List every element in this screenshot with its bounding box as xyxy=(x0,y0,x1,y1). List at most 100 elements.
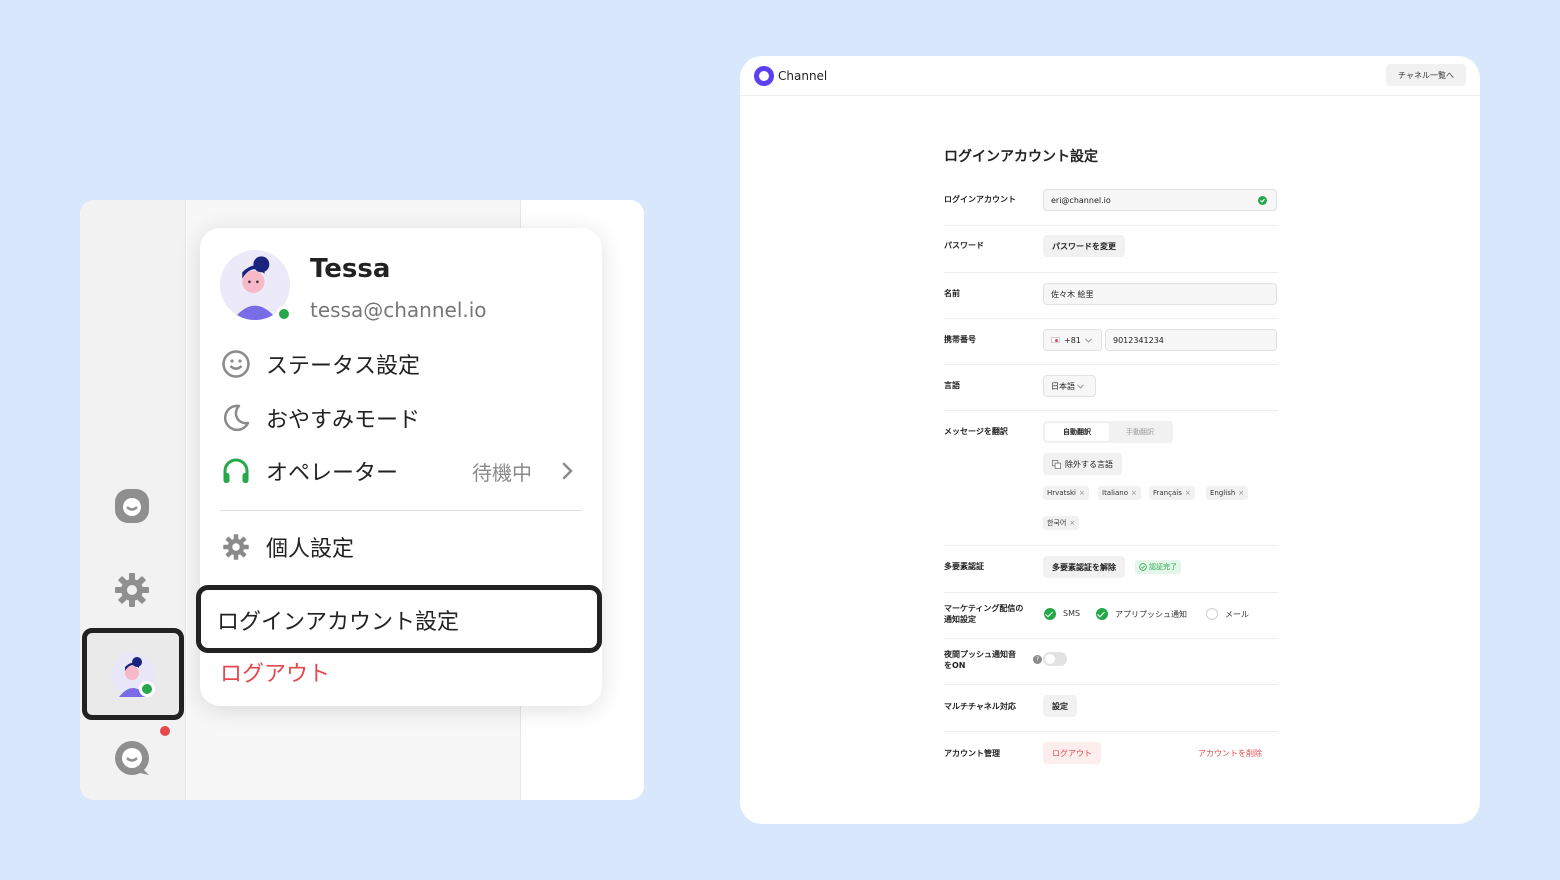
excluded-languages-button[interactable]: 除外する言語 xyxy=(1043,453,1122,475)
sms-label: SMS xyxy=(1063,609,1081,618)
chevron-right-icon xyxy=(560,461,574,485)
language-chip[interactable]: English × xyxy=(1206,486,1249,500)
remove-icon[interactable]: × xyxy=(1069,519,1075,527)
language-chip[interactable]: Français × xyxy=(1149,486,1195,500)
language-chip[interactable]: Hrvatski × xyxy=(1043,486,1089,500)
online-status-dot xyxy=(276,306,292,322)
email-checkbox[interactable] xyxy=(1206,608,1218,620)
profile-avatar-button[interactable] xyxy=(82,628,184,720)
help-icon[interactable]: ? xyxy=(1033,655,1042,664)
app-push-checkbox[interactable] xyxy=(1096,608,1108,620)
row-divider xyxy=(944,684,1278,685)
name-label: 名前 xyxy=(944,289,960,298)
account-settings-window: Channel チャネル一覧へ ログインアカウント設定 ログインアカウント er… xyxy=(740,56,1480,824)
language-value: 日本語 xyxy=(1051,381,1075,391)
marketing-label-line: 通知設定 xyxy=(944,615,976,624)
channel-talk-icon[interactable] xyxy=(112,738,152,778)
translate-icon xyxy=(1052,459,1061,469)
translate-mode-segmented-control: 自動翻訳 手動翻訳 xyxy=(1043,421,1173,443)
menu-item-login-account-settings[interactable]: ログインアカウント設定 xyxy=(196,585,602,653)
menu-item-operator[interactable]: オペレーター 待機中 xyxy=(220,451,582,491)
phone-number-input[interactable]: 9012341234 xyxy=(1105,329,1277,351)
menu-item-personal-settings[interactable]: 個人設定 xyxy=(220,527,354,567)
marketing-label: マーケティング配信の 通知設定 xyxy=(944,603,1023,625)
delete-account-link[interactable]: アカウントを削除 xyxy=(1198,748,1262,759)
menu-item-label: オペレーター xyxy=(266,461,399,486)
disable-mfa-button[interactable]: 多要素認証を解除 xyxy=(1043,556,1125,578)
remove-icon[interactable]: × xyxy=(1185,489,1191,497)
notification-dot xyxy=(160,726,170,736)
night-push-label-line: 夜間プッシュ通知音 xyxy=(944,650,1016,659)
sidebar-rail xyxy=(80,200,186,800)
country-code-select[interactable]: +81 xyxy=(1043,329,1102,351)
multichannel-settings-button[interactable]: 設定 xyxy=(1043,695,1077,717)
brand-name: Channel xyxy=(778,69,828,83)
phone-label: 携帯番号 xyxy=(944,335,976,344)
badge-label: 認証完了 xyxy=(1149,563,1177,571)
chat-icon[interactable] xyxy=(112,486,152,526)
moon-icon xyxy=(220,402,252,434)
shield-check-icon xyxy=(1139,563,1147,571)
night-push-toggle[interactable] xyxy=(1043,652,1067,666)
excluded-languages-label: 除外する言語 xyxy=(1065,459,1113,469)
menu-item-logout[interactable]: ログアウト xyxy=(220,656,330,688)
chevron-down-icon xyxy=(1077,382,1084,391)
menu-item-sleep-mode[interactable]: おやすみモード xyxy=(220,398,420,438)
brand-logo[interactable]: Channel xyxy=(754,66,827,86)
translate-label: メッセージを翻訳 xyxy=(944,427,1008,436)
name-input[interactable]: 佐々木 絵里 xyxy=(1043,283,1277,305)
row-divider xyxy=(944,318,1278,319)
menu-item-label: おやすみモード xyxy=(266,408,421,433)
row-divider xyxy=(944,364,1278,365)
channel-list-button[interactable]: チャネル一覧へ xyxy=(1386,64,1466,86)
logout-button[interactable]: ログアウト xyxy=(1043,742,1101,764)
password-label: パスワード xyxy=(944,241,984,250)
chip-label: Italiano xyxy=(1102,489,1128,497)
online-status-dot xyxy=(139,681,155,697)
chip-label: 한국어 xyxy=(1047,519,1067,527)
remove-icon[interactable]: × xyxy=(1079,489,1085,497)
marketing-label-line: マーケティング配信の xyxy=(944,604,1024,613)
login-account-label: ログインアカウント xyxy=(944,195,1016,204)
menu-item-status[interactable]: ステータス設定 xyxy=(220,344,420,384)
user-email: tessa@channel.io xyxy=(310,298,487,322)
email-label: メール xyxy=(1225,610,1249,619)
mfa-label: 多要素認証 xyxy=(944,562,984,571)
app-push-label: アプリプッシュ通知 xyxy=(1115,610,1187,619)
channel-logo-icon xyxy=(754,66,774,86)
menu-item-label: 個人設定 xyxy=(266,537,355,562)
language-select[interactable]: 日本語 xyxy=(1043,375,1096,397)
row-divider xyxy=(944,638,1278,639)
menu-divider xyxy=(220,510,582,511)
row-divider xyxy=(944,225,1278,226)
auto-translate-tab[interactable]: 自動翻訳 xyxy=(1045,423,1109,441)
row-divider xyxy=(944,592,1278,593)
top-bar: Channel チャネル一覧へ xyxy=(740,56,1480,96)
sms-checkbox[interactable] xyxy=(1044,608,1056,620)
page-title: ログインアカウント設定 xyxy=(944,149,1098,165)
manual-translate-tab[interactable]: 手動翻訳 xyxy=(1109,423,1171,441)
row-divider xyxy=(944,272,1278,273)
smiley-icon xyxy=(220,348,252,380)
night-push-label-line: をON xyxy=(944,661,966,670)
headset-icon xyxy=(220,455,252,487)
mfa-verified-badge: 認証完了 xyxy=(1135,560,1181,574)
login-account-field[interactable]: eri@channel.io xyxy=(1043,189,1277,211)
chevron-down-icon xyxy=(1085,336,1092,345)
login-account-value: eri@channel.io xyxy=(1051,195,1111,205)
verified-check-icon xyxy=(1258,196,1267,207)
language-chip[interactable]: Italiano × xyxy=(1098,486,1141,500)
operator-status: 待機中 xyxy=(472,460,532,485)
change-password-button[interactable]: パスワードを変更 xyxy=(1043,235,1125,257)
account-label: アカウント管理 xyxy=(944,749,1000,758)
gear-icon[interactable] xyxy=(112,570,152,610)
language-label: 言語 xyxy=(944,381,960,390)
chip-label: English xyxy=(1210,489,1236,497)
remove-icon[interactable]: × xyxy=(1131,489,1137,497)
menu-item-label: ステータス設定 xyxy=(266,354,421,379)
chip-label: Hrvatski xyxy=(1047,489,1076,497)
remove-icon[interactable]: × xyxy=(1238,489,1244,497)
user-name: Tessa xyxy=(310,254,391,284)
language-chip[interactable]: 한국어 × xyxy=(1043,516,1080,530)
japan-flag-icon xyxy=(1051,337,1060,343)
